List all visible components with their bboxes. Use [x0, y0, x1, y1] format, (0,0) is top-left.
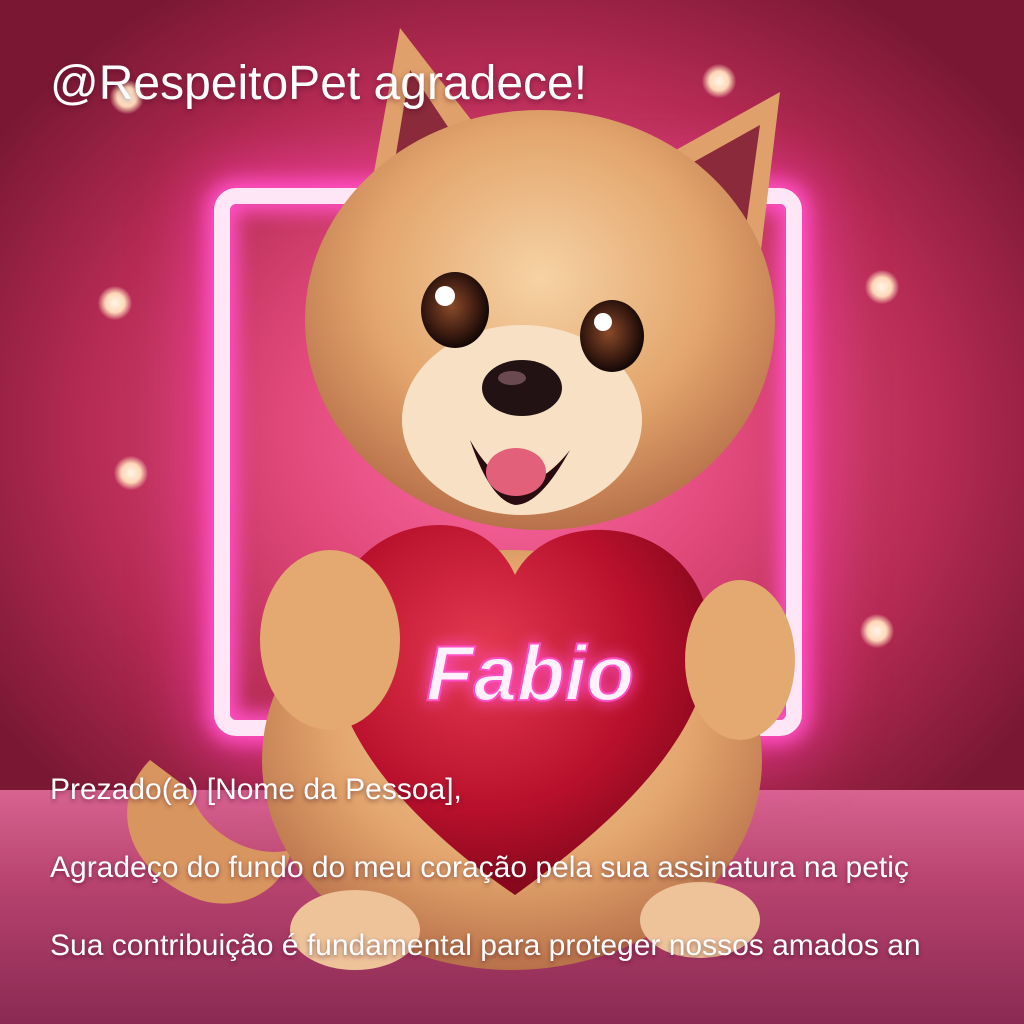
- letter-body: Prezado(a) [Nome da Pessoa], Agradeço do…: [50, 770, 1024, 1004]
- page-title: @RespeitoPet agradece!: [50, 57, 588, 110]
- letter-line: Agradeço do fundo do meu coração pela su…: [50, 851, 909, 884]
- puppy-tongue: [486, 448, 546, 496]
- letter-line: Sua contribuição é fundamental para prot…: [50, 929, 921, 962]
- puppy-eye-left: [421, 272, 489, 348]
- letter-greeting: Prezado(a) [Nome da Pessoa],: [50, 773, 462, 806]
- heart-name: Fabio: [426, 629, 634, 717]
- puppy-paw-right: [685, 580, 795, 740]
- puppy-nose: [482, 360, 562, 416]
- puppy-paw-left: [260, 550, 400, 730]
- puppy-eye-right: [580, 300, 644, 372]
